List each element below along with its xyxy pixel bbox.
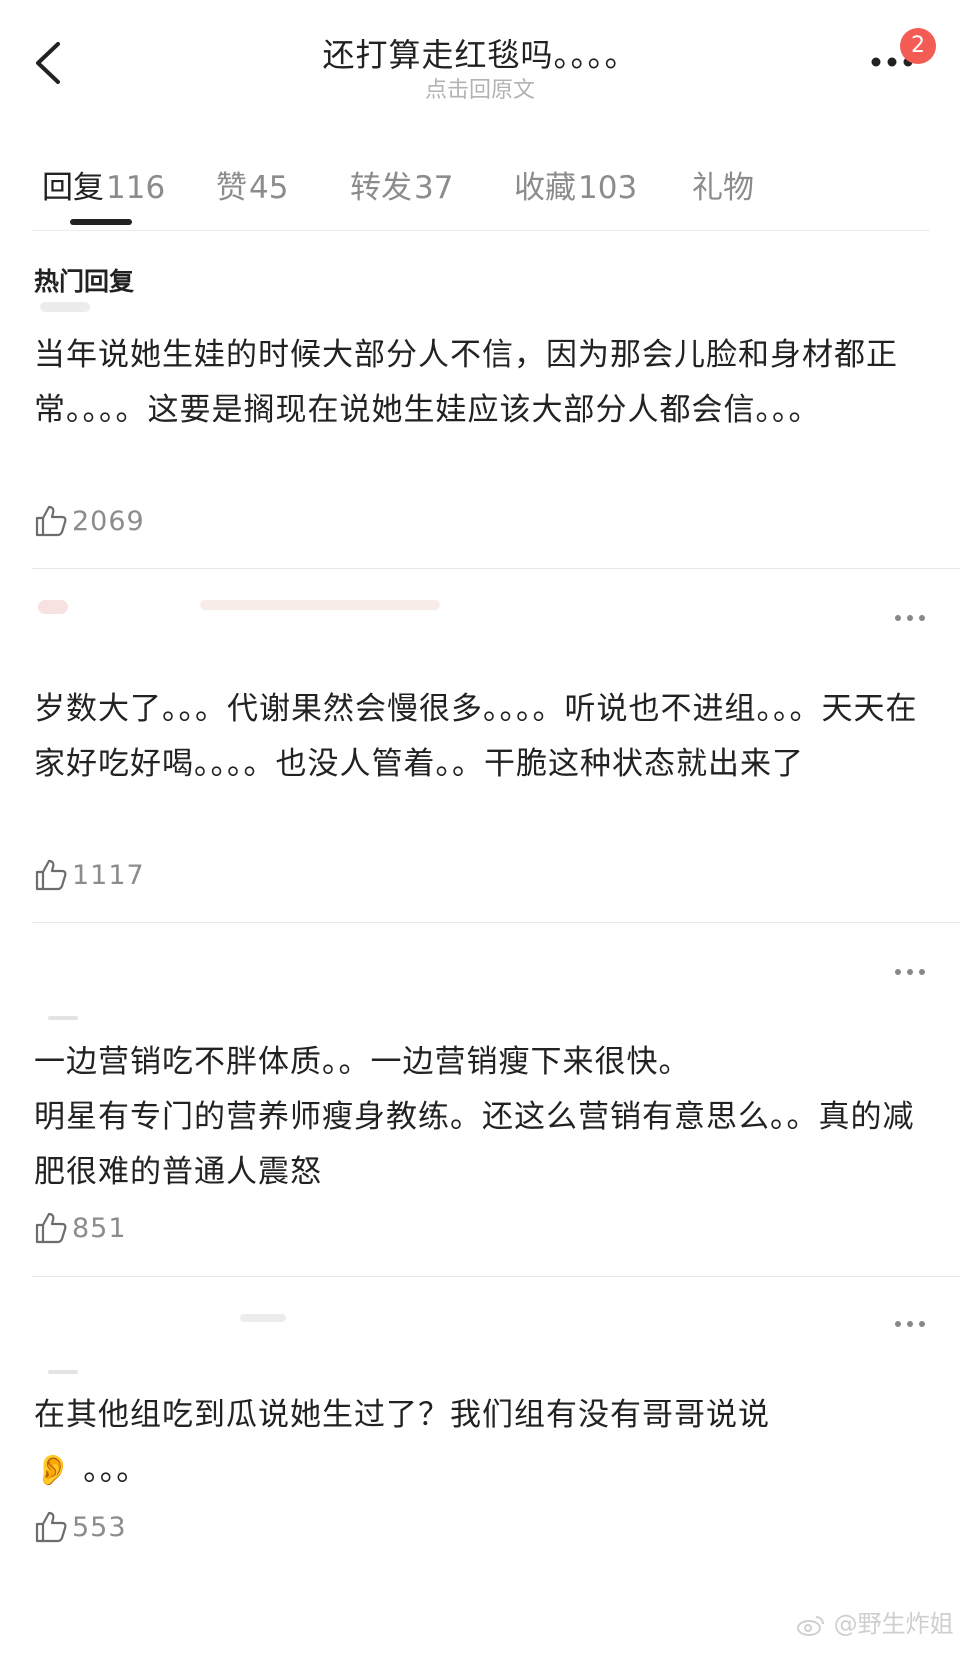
comment-text: 岁数大了。。。代谢果然会慢很多。。。。听说也不进组。。。天天在家好吃好喝。。。。… [34,691,918,782]
tab-gifts-label: 礼物 [692,170,754,206]
thumb-up-icon [35,1511,67,1543]
tab-reposts-label: 转发 [350,170,412,206]
tab-favorites[interactable]: 收藏103 [514,162,637,207]
divider [32,922,960,923]
tab-favorites-count: 103 [578,170,638,206]
section-title: 热门回复 [34,267,135,296]
notification-badge: 2 [900,28,936,64]
like-count: 553 [72,1512,127,1543]
page-title: 还打算走红毯吗。。。。 [322,36,638,74]
blurred-avatar [48,1370,78,1374]
blurred-username [200,600,440,610]
blurred-avatar [40,302,90,312]
comment-text-line: 在其他组吃到瓜说她生过了？我们组有没有哥哥说说 [34,1397,770,1433]
thumb-up-icon [35,505,67,537]
tab-bar: 回复116 赞45 转发37 收藏103 礼物 [32,150,930,231]
comment-more-button[interactable] [890,962,930,982]
more-dots-icon [895,1321,925,1327]
watermark-text: @野生炸姐 [833,1610,954,1638]
more-dots-icon [895,969,925,975]
comment-item: 当年说她生娃的时候大部分人不信，因为那会儿脸和身材都正常。。。。这要是搁现在说她… [0,300,960,565]
comment-more-button[interactable] [890,608,930,628]
divider [32,1276,960,1277]
comment-text-line: 一边营销吃不胖体质。。一边营销瘦下来很快。 [34,1044,691,1080]
more-dots-icon [895,615,925,621]
comment-text: 在其他组吃到瓜说她生过了？我们组有没有哥哥说说 👂 。。。 [34,1388,934,1498]
blurred-username [240,1314,286,1322]
tab-favorites-label: 收藏 [514,170,576,206]
comment-item: 在其他组吃到瓜说她生过了？我们组有没有哥哥说说 👂 。。。 553 [0,1278,960,1598]
thumb-up-icon [35,859,67,891]
tab-likes[interactable]: 赞45 [216,162,288,207]
comment-text-line: 👂 。。。 [34,1443,934,1498]
like-count: 1117 [72,860,145,891]
watermark: @野生炸姐 [796,1604,954,1639]
top-bar: 还打算走红毯吗。。。。 点击回原文 2 [0,0,960,120]
thumb-up-icon [35,1212,67,1244]
active-tab-indicator [70,219,132,225]
comment-text-tail: 。。。 [72,1452,149,1488]
comment-text-line: 明星有专门的营养师瘦身教练。还这么营销有意思么。。真的减肥很难的普通人震怒 [34,1099,915,1190]
tab-likes-count: 45 [249,170,289,206]
like-count: 851 [72,1213,127,1244]
tab-replies-label: 回复 [42,170,104,206]
weibo-logo-icon [797,1616,824,1636]
tab-reposts-count: 37 [414,170,454,206]
like-count: 2069 [72,506,145,537]
ear-emoji: 👂 [34,1453,73,1488]
tab-gifts[interactable]: 礼物 [692,162,754,207]
blurred-avatar [38,600,68,614]
comment-text: 当年说她生娃的时候大部分人不信，因为那会儿脸和身材都正常。。。。这要是搁现在说她… [34,337,898,428]
tab-replies[interactable]: 回复116 [42,162,165,207]
comment-more-button[interactable] [890,1314,930,1334]
tab-reposts[interactable]: 转发37 [350,162,453,207]
comment-text: 一边营销吃不胖体质。。一边营销瘦下来很快。 明星有专门的营养师瘦身教练。还这么营… [34,1035,934,1200]
divider [32,568,960,569]
comment-item: 一边营销吃不胖体质。。一边营销瘦下来很快。 明星有专门的营养师瘦身教练。还这么营… [0,924,960,1274]
blurred-avatar [48,1016,78,1020]
back-to-original-link[interactable]: 点击回原文 [0,72,960,104]
comment-item: 岁数大了。。。代谢果然会慢很多。。。。听说也不进组。。。天天在家好吃好喝。。。。… [0,570,960,920]
tab-replies-count: 116 [106,170,166,206]
tab-likes-label: 赞 [216,170,247,206]
